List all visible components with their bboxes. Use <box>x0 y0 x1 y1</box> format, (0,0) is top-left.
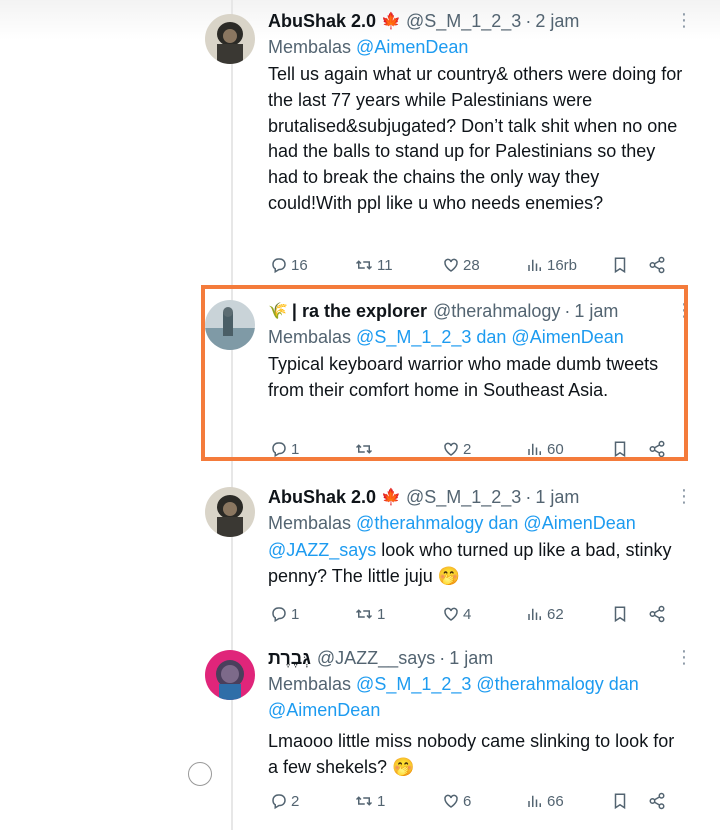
more-icon[interactable]: ⋮ <box>675 647 694 668</box>
bookmark-icon <box>614 257 626 274</box>
share-icon <box>649 792 665 810</box>
retweet-button[interactable]: 1 <box>354 605 385 623</box>
share-button[interactable] <box>648 256 666 274</box>
display-name[interactable]: גְּבֶרֶת <box>268 648 311 669</box>
retweet-button[interactable]: 1 <box>354 792 385 810</box>
view-count: 16rb <box>547 256 578 274</box>
bookmark-button[interactable] <box>611 605 629 623</box>
tweet-text: Tell us again what ur country& others we… <box>268 64 683 213</box>
retweet-count: 1 <box>377 605 386 623</box>
reply-context: Membalas @S_M_1_2_3 @therahmalogy dan @A… <box>268 671 684 723</box>
maple-leaf-icon: 🍁 <box>381 489 401 506</box>
like-count: 4 <box>463 605 472 623</box>
reply-context: Membalas @AimenDean <box>268 34 684 60</box>
bookmark-icon <box>614 793 626 810</box>
tweet-text: @JAZZ_says look who turned up like a bad… <box>268 538 684 590</box>
reply-count: 2 <box>291 792 300 810</box>
share-icon <box>649 256 665 274</box>
mention-link[interactable]: @JAZZ_says <box>268 540 376 560</box>
like-button[interactable]: 6 <box>442 792 471 810</box>
action-bar: 1 1 4 62 <box>268 602 668 626</box>
retweet-count: 1 <box>377 792 386 810</box>
tweet-text: Lmaooo little miss nobody came slinking … <box>268 731 675 777</box>
views-icon <box>528 795 541 807</box>
bookmark-button[interactable] <box>611 256 629 274</box>
heart-icon <box>444 258 458 272</box>
views-button[interactable]: 66 <box>526 792 564 810</box>
retweet-count: 11 <box>377 256 393 274</box>
more-icon[interactable]: ⋮ <box>675 486 694 507</box>
reply-button[interactable]: 2 <box>270 792 299 810</box>
mention-link[interactable]: @therahmalogy dan @AimenDean <box>356 513 636 533</box>
action-bar: 16 11 28 16rb <box>268 253 668 277</box>
action-bar: 2 1 6 66 <box>268 789 668 813</box>
like-button[interactable]: 4 <box>442 605 471 623</box>
views-button[interactable]: 16rb <box>526 256 577 274</box>
view-count: 62 <box>547 605 564 623</box>
mention-link[interactable]: @AimenDean <box>356 37 468 57</box>
views-icon <box>528 608 541 620</box>
views-button[interactable]: 62 <box>526 605 564 623</box>
like-count: 6 <box>463 792 472 810</box>
retweet-icon <box>355 796 373 806</box>
handle[interactable]: @S_M_1_2_3 <box>406 487 521 508</box>
share-button[interactable] <box>648 792 666 810</box>
heart-icon <box>444 794 458 808</box>
separator-dot: · <box>439 647 446 668</box>
timestamp[interactable]: 2 jam <box>535 11 579 32</box>
bookmark-button[interactable] <box>611 792 629 810</box>
maple-leaf-icon: 🍁 <box>381 13 401 30</box>
avatar[interactable] <box>205 487 255 537</box>
reply-button[interactable]: 1 <box>270 605 299 623</box>
timestamp[interactable]: 1 jam <box>449 648 493 669</box>
handle[interactable]: @S_M_1_2_3 <box>406 11 521 32</box>
handle[interactable]: @JAZZ__says <box>317 648 435 669</box>
share-button[interactable] <box>648 605 666 623</box>
retweet-icon <box>355 609 373 619</box>
reply-prefix: Membalas <box>268 674 352 694</box>
reply-prefix: Membalas <box>268 513 352 533</box>
views-icon <box>528 259 541 271</box>
display-name[interactable]: AbuShak 2.0 <box>268 487 376 508</box>
reply-button[interactable]: 16 <box>270 256 308 274</box>
view-count: 66 <box>547 792 564 810</box>
bookmark-icon <box>614 606 626 623</box>
like-count: 28 <box>463 256 480 274</box>
separator-dot: · <box>525 486 532 507</box>
reply-icon <box>272 607 286 623</box>
display-name[interactable]: AbuShak 2.0 <box>268 11 376 32</box>
heart-icon <box>444 607 458 621</box>
timestamp[interactable]: 1 jam <box>535 487 579 508</box>
like-button[interactable]: 28 <box>442 256 480 274</box>
reply-icon <box>272 258 286 274</box>
reply-count: 16 <box>291 256 308 274</box>
highlight-box <box>201 285 688 461</box>
reply-prefix: Membalas <box>268 37 352 57</box>
reply-count: 1 <box>291 605 300 623</box>
separator-dot: · <box>525 10 532 31</box>
floating-circle-button[interactable] <box>188 762 212 786</box>
avatar[interactable] <box>205 650 255 700</box>
reply-context: Membalas @therahmalogy dan @AimenDean <box>268 510 684 536</box>
more-icon[interactable]: ⋮ <box>675 10 694 31</box>
retweet-button[interactable]: 11 <box>354 256 393 274</box>
avatar[interactable] <box>205 14 255 64</box>
retweet-icon <box>355 260 373 270</box>
share-icon <box>649 605 665 623</box>
reply-icon <box>272 794 286 810</box>
